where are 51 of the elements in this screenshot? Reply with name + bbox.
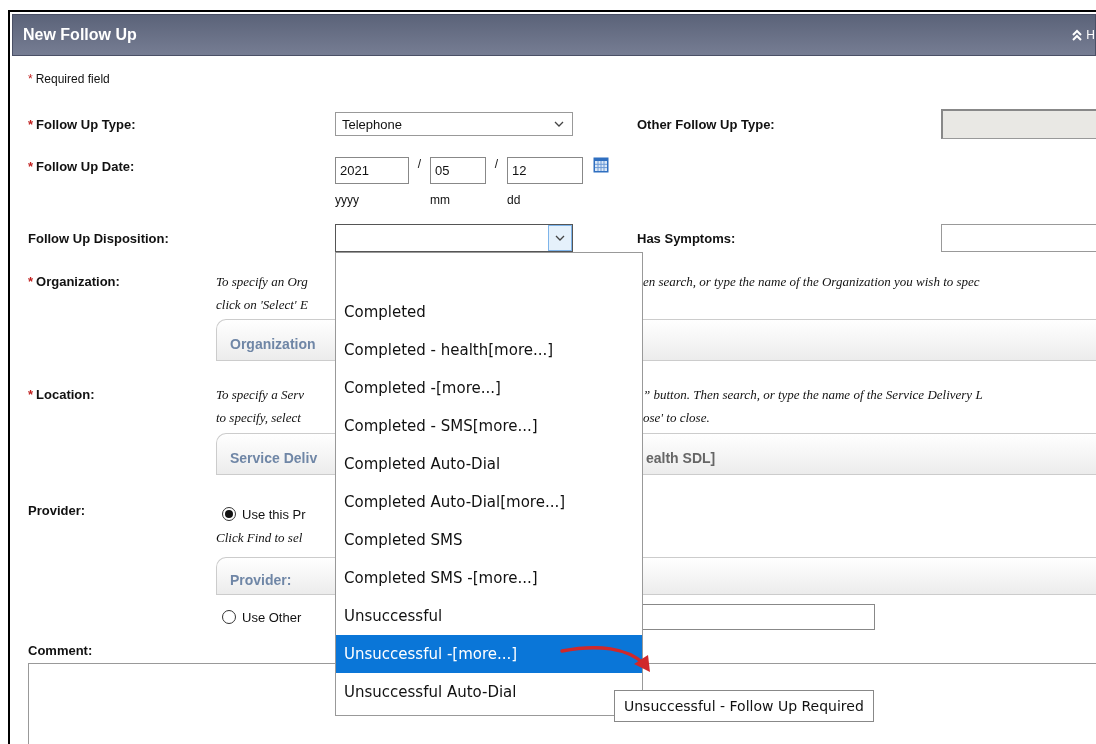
hint-text: ” button. Then search, or type the name of the Service Delivery L — [643, 386, 984, 404]
hint-text: ose' to close. — [643, 409, 711, 427]
required-marker: * — [28, 274, 34, 289]
required-note: Required field — [35, 72, 110, 86]
field-label: Location: — [36, 387, 95, 402]
symptoms-field[interactable] — [941, 224, 1096, 252]
date-field[interactable]: 05 — [430, 157, 486, 184]
hint-text: Click Find to sel — [216, 529, 303, 547]
chevron-down-icon — [555, 235, 565, 241]
dropdown-option[interactable]: Completed Auto-Dial[more...] — [336, 483, 642, 521]
date-hint: mm — [430, 193, 451, 207]
date-field[interactable]: 2021 — [335, 157, 409, 184]
radio-button[interactable] — [222, 610, 236, 624]
double-chevron-up-icon — [1072, 29, 1083, 41]
required-marker: * — [28, 159, 34, 174]
radio-label: Use Other — [242, 609, 302, 625]
tooltip: Unsuccessful - Follow Up Required — [614, 690, 874, 722]
required-marker: * — [28, 387, 34, 402]
hint-text: To specify a Serv — [216, 386, 305, 404]
dropdown-option[interactable]: Completed SMS — [336, 521, 642, 559]
chevron-down-icon — [554, 121, 564, 127]
field-label: Other Follow Up Type: — [637, 116, 776, 132]
field-label: Comment: — [28, 642, 93, 660]
dropdown-option[interactable]: Completed SMS -[more...] — [336, 559, 642, 597]
required-marker: * — [28, 116, 34, 132]
panel-title: New Follow Up — [23, 26, 137, 44]
hint-text: To specify an Org — [216, 273, 309, 291]
radio-button[interactable] — [222, 507, 236, 521]
calendar-icon — [593, 157, 609, 173]
hint-text: to specify, select — [216, 409, 302, 427]
collapse-link[interactable]: H — [1086, 28, 1095, 42]
date-field[interactable]: 12 — [507, 157, 583, 184]
field-label: Organization: — [36, 274, 120, 289]
disposition-select[interactable] — [335, 224, 573, 252]
field-label: Follow Up Type: — [36, 116, 136, 132]
date-hint: yyyy — [335, 193, 360, 207]
hint-text: en search, or type the name of the Organization you wish to spec — [643, 273, 981, 291]
date-separator: / — [493, 157, 500, 171]
field-label: Follow Up Disposition: — [28, 230, 169, 246]
radio-label: Use this Pr — [242, 506, 306, 522]
required-marker: * — [28, 72, 33, 86]
dropdown-option[interactable]: Completed -[more...] — [336, 369, 642, 407]
field-label: Has Symptoms: — [637, 230, 737, 246]
hint-text: click on 'Select' E — [216, 296, 309, 314]
dropdown-option[interactable]: Unsuccessful -[more...] — [336, 635, 642, 673]
type-select[interactable]: Telephone — [335, 112, 573, 136]
date-separator: / — [416, 157, 423, 171]
field-label: Provider: — [28, 503, 86, 518]
dropdown-option[interactable]: Unsuccessful — [336, 597, 642, 635]
field-label: Follow Up Date: — [36, 159, 135, 174]
date-hint: dd — [507, 193, 521, 207]
